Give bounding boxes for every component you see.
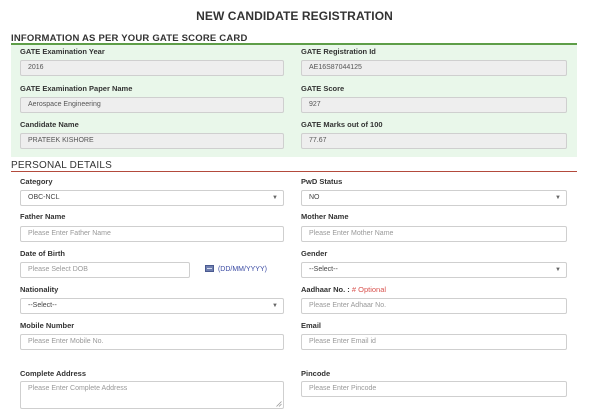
resize-handle-icon[interactable] [276,401,282,407]
address-placeholder: Please Enter Complete Address [28,385,128,392]
pincode-label: Pincode [301,369,331,378]
email-label: Email [301,321,322,330]
email-input[interactable]: Please Enter Email id [301,334,567,350]
category-select[interactable]: OBC-NCL ▼ [20,190,284,206]
registration-id-field[interactable]: AE16S87044125 [301,60,567,76]
address-label: Complete Address [20,369,86,378]
address-textarea[interactable]: Please Enter Complete Address [20,381,284,409]
pwd-status-select[interactable]: NO ▼ [301,190,567,206]
nationality-label: Nationality [20,285,59,294]
aadhaar-label: Aadhaar No. : # Optional [301,285,386,294]
pincode-input[interactable]: Please Enter Pincode [301,381,567,397]
gender-select[interactable]: --Select-- ▼ [301,262,567,278]
mobile-label: Mobile Number [20,321,75,330]
chevron-down-icon: ▼ [555,267,561,273]
dob-label: Date of Birth [20,249,65,258]
pwd-status-selected-value: NO [309,194,320,201]
chevron-down-icon: ▼ [272,195,278,201]
mother-name-input[interactable]: Please Enter Mother Name [301,226,567,242]
category-label: Category [20,177,53,186]
exam-year-field[interactable]: 2016 [20,60,284,76]
page-title: NEW CANDIDATE REGISTRATION [196,9,393,23]
candidate-name-label: Candidate Name [20,120,79,129]
mother-name-label: Mother Name [301,212,349,221]
aadhaar-label-text: Aadhaar No. : [301,285,350,294]
candidate-name-field[interactable]: PRATEEK KISHORE [20,133,284,149]
exam-year-label: GATE Examination Year [20,47,105,56]
father-name-label: Father Name [20,212,66,221]
paper-name-label: GATE Examination Paper Name [20,84,133,93]
chevron-down-icon: ▼ [555,195,561,201]
dob-format-text: (DD/MM/YYYY) [217,266,267,273]
gate-score-field[interactable]: 927 [301,97,567,113]
category-selected-value: OBC-NCL [28,194,60,201]
pwd-status-label: PwD Status [301,177,343,186]
gender-label: Gender [301,249,328,258]
gender-selected-value: --Select-- [309,266,338,273]
gate-marks-label: GATE Marks out of 100 [301,120,383,129]
aadhaar-optional-note: # Optional [351,285,387,294]
registration-id-label: GATE Registration Id [301,47,376,56]
chevron-down-icon: ▼ [272,303,278,309]
nationality-selected-value: --Select-- [28,302,57,309]
personal-section-heading: PERSONAL DETAILS [11,160,113,171]
mobile-input[interactable]: Please Enter Mobile No. [20,334,284,350]
nationality-select[interactable]: --Select-- ▼ [20,298,284,314]
paper-name-field[interactable]: Aerospace Engineering [20,97,284,113]
calendar-icon[interactable] [205,265,214,272]
gate-marks-field[interactable]: 77.67 [301,133,567,149]
personal-section-divider [11,171,577,172]
dob-input[interactable]: Please Select DOB [20,262,190,278]
aadhaar-input[interactable]: Please Enter Adhaar No. [301,298,567,314]
father-name-input[interactable]: Please Enter Father Name [20,226,284,242]
dob-format-hint: (DD/MM/YYYY) [205,265,267,273]
gate-score-label: GATE Score [301,84,345,93]
